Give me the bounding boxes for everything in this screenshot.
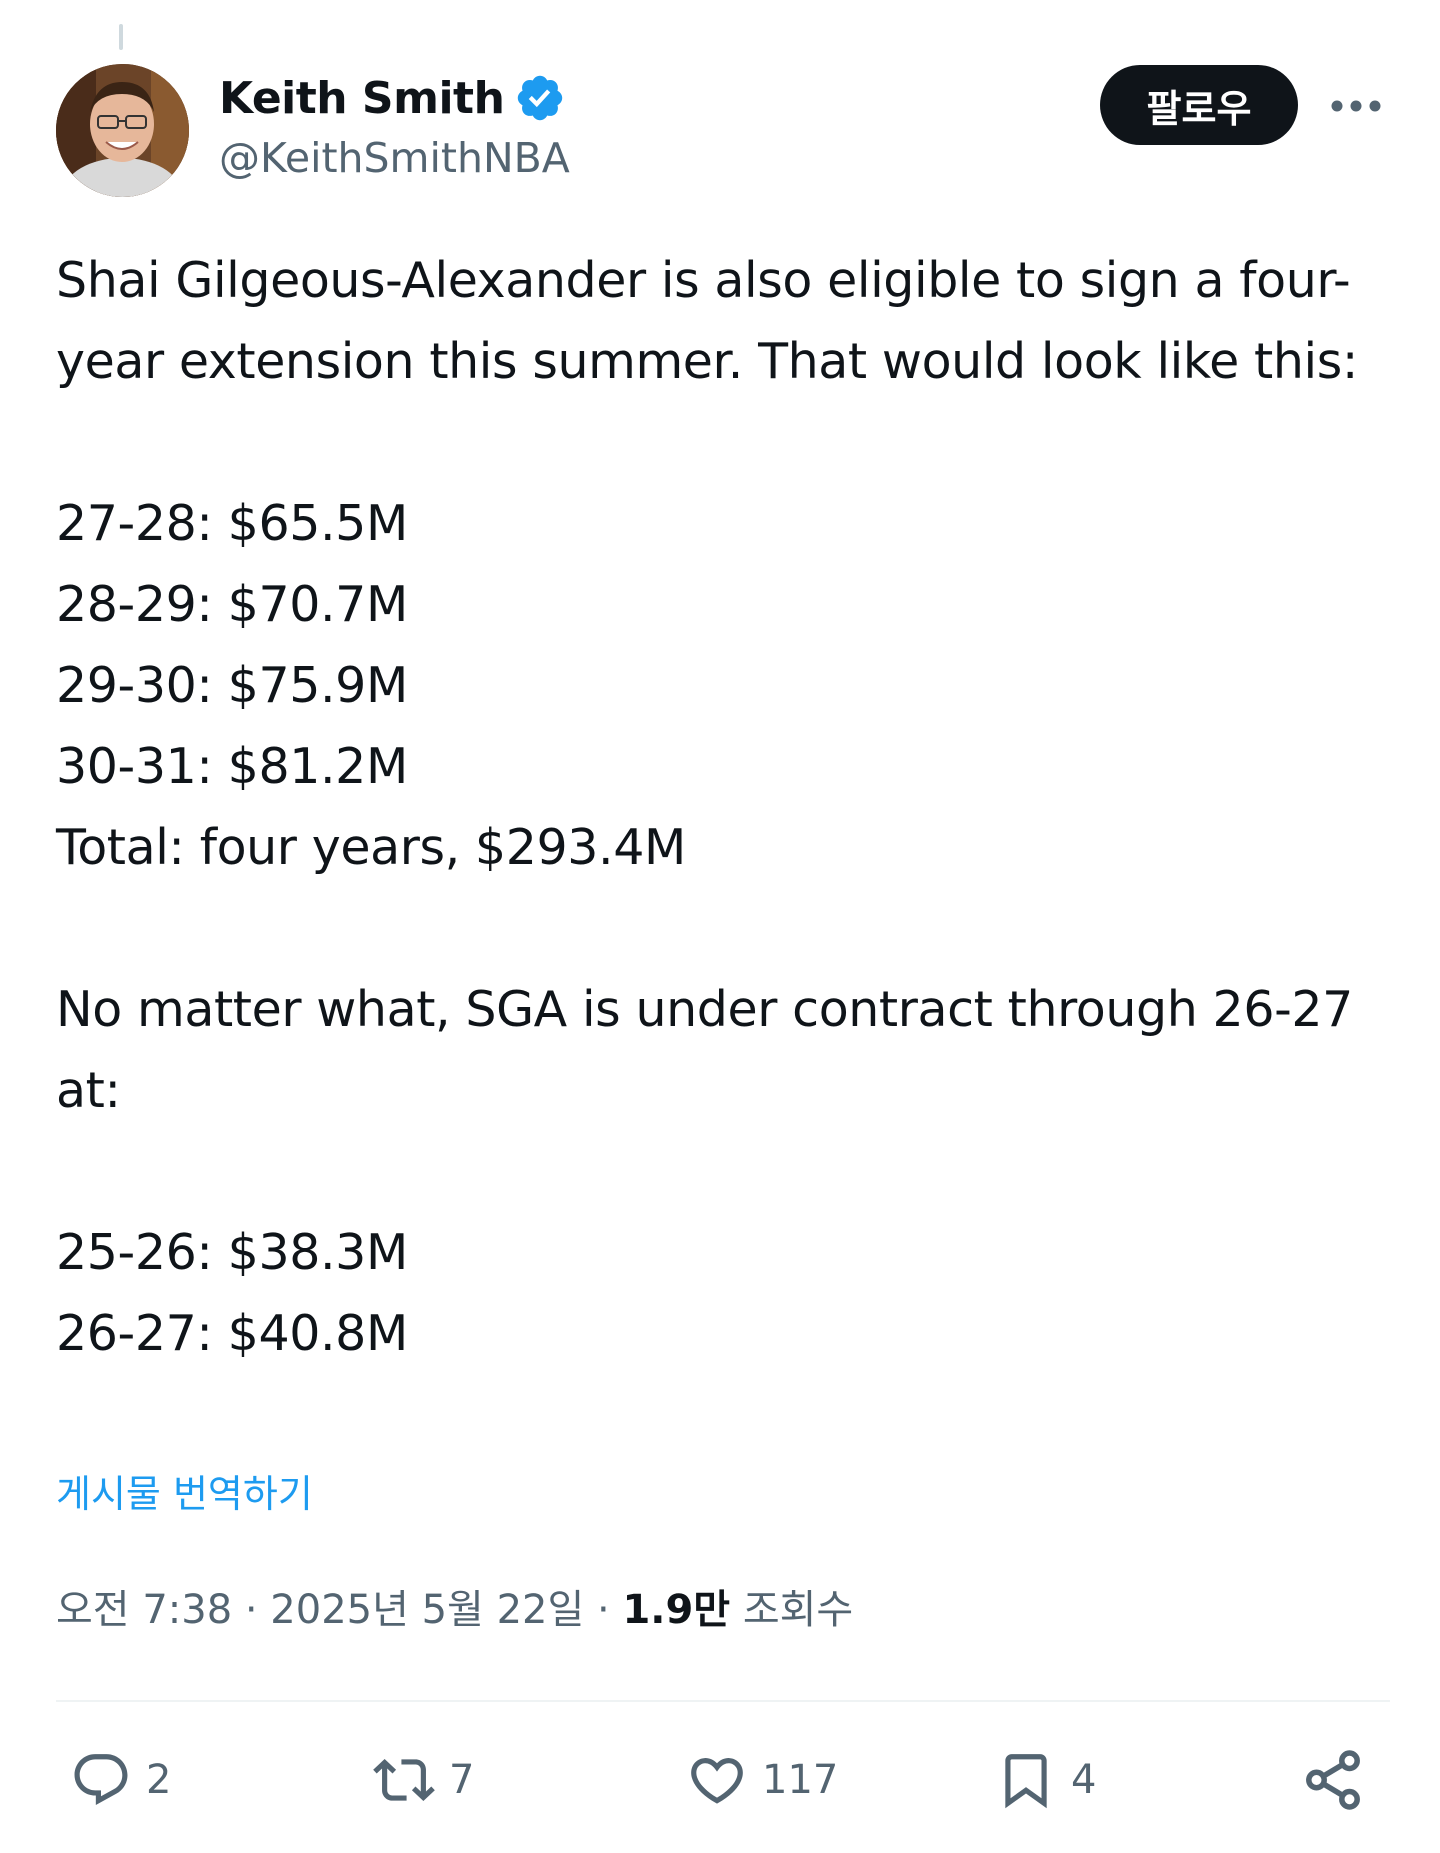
views-label: 조회수 [742,1587,854,1633]
avatar[interactable] [56,64,189,197]
reply-button[interactable]: 2 [70,1745,171,1815]
share-icon [1306,1750,1360,1810]
meta-separator: · [584,1587,623,1633]
thread-connector-line [119,24,123,50]
more-options-button[interactable] [1328,78,1384,134]
like-count: 117 [762,1757,839,1803]
heart-icon [691,1758,743,1804]
verified-badge-icon[interactable] [514,72,566,124]
display-name-row: Keith Smith [219,66,570,130]
retweet-icon [373,1759,435,1801]
avatar-photo-icon [56,64,189,197]
divider [56,1700,1390,1702]
display-name[interactable]: Keith Smith [219,73,505,124]
user-handle[interactable]: @KeithSmithNBA [219,134,570,182]
tweet-text: Shai Gilgeous-Alexander is also eligible… [56,252,1358,1362]
post-time[interactable]: 오전 7:38 [56,1587,232,1633]
bookmark-button[interactable]: 4 [995,1745,1096,1815]
reply-icon [74,1754,128,1806]
author-info[interactable]: Keith Smith @KeithSmithNBA [219,66,570,183]
meta-separator: · [232,1587,271,1633]
views-count: 1.9만 [622,1587,731,1633]
post-date[interactable]: 2025년 5월 22일 [270,1587,584,1633]
more-icon [1331,100,1381,112]
follow-button[interactable]: 팔로우 [1100,65,1298,145]
reply-count: 2 [146,1757,172,1803]
retweet-button[interactable]: 7 [373,1745,474,1815]
retweet-count: 7 [449,1757,475,1803]
share-button[interactable] [1300,1745,1366,1815]
bookmark-icon [1005,1754,1047,1809]
like-button[interactable]: 117 [686,1745,838,1815]
bookmark-count: 4 [1071,1757,1097,1803]
translate-post-link[interactable]: 게시물 번역하기 [56,1463,313,1518]
tweet-metadata: 오전 7:38 · 2025년 5월 22일 · 1.9만 조회수 [56,1577,853,1635]
